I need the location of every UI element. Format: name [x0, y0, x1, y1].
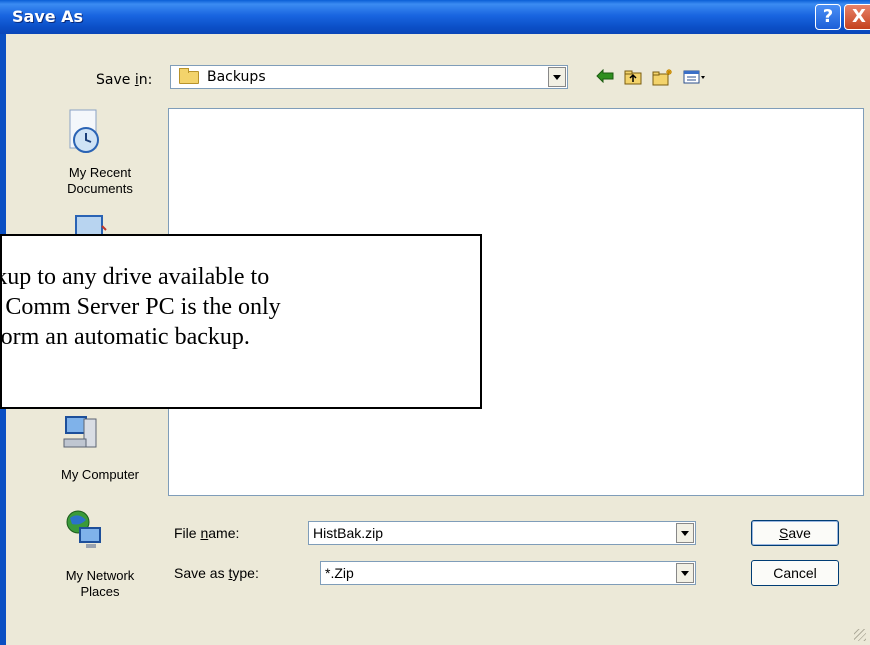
help-button[interactable]: ? [815, 4, 841, 30]
place-my-computer[interactable]: My Computer [45, 467, 155, 483]
back-arrow-icon[interactable] [594, 68, 616, 88]
save-as-type-combo[interactable]: *.Zip [320, 561, 696, 585]
chevron-down-icon[interactable] [676, 523, 694, 543]
place-label: My Network [65, 568, 135, 583]
network-places-icon[interactable] [64, 508, 108, 556]
folder-icon [179, 68, 199, 84]
chevron-down-icon[interactable] [548, 67, 566, 87]
cancel-button[interactable]: Cancel [751, 560, 839, 586]
dialog-title: Save As [12, 7, 84, 26]
file-name-input[interactable]: HistBak.zip [313, 525, 383, 541]
close-button[interactable]: X [844, 4, 870, 30]
place-label: Places [80, 584, 120, 599]
resize-grip[interactable] [854, 629, 866, 641]
recent-documents-icon[interactable] [64, 108, 104, 160]
my-computer-icon[interactable] [62, 413, 102, 457]
file-name-combo[interactable]: HistBak.zip [308, 521, 696, 545]
save-in-label: Save in: [96, 72, 153, 88]
place-recent-documents[interactable]: My Recent Documents [45, 165, 155, 197]
place-label: My Computer [60, 467, 140, 482]
chevron-down-icon[interactable] [676, 563, 694, 583]
up-folder-icon[interactable] [622, 68, 644, 88]
callout-line: perform an automatic backup. [0, 324, 250, 350]
save-as-dialog: Save As ? X Save in: Backups My Recent D… [0, 0, 870, 645]
save-in-value: Backups [207, 69, 266, 85]
place-my-network[interactable]: My Network Places [45, 568, 155, 600]
save-as-type-label: Save as type: [174, 565, 259, 581]
new-folder-icon[interactable] [652, 68, 674, 88]
save-in-combo[interactable]: Backups [170, 65, 568, 89]
title-bar[interactable]: Save As ? X [0, 0, 870, 34]
views-menu-icon[interactable] [683, 68, 705, 88]
save-button[interactable]: Save [751, 520, 839, 546]
save-as-type-value: *.Zip [325, 565, 354, 581]
place-label: Documents [67, 181, 133, 196]
file-name-label: File name: [174, 525, 240, 541]
callout-box: backup to any drive available to The Com… [0, 234, 482, 409]
callout-text: backup to any drive available to The Com… [0, 262, 480, 352]
place-label: My Recent [68, 165, 132, 180]
callout-line: The Comm Server PC is the only [2, 294, 281, 320]
callout-line: backup to any drive available to [2, 264, 270, 290]
